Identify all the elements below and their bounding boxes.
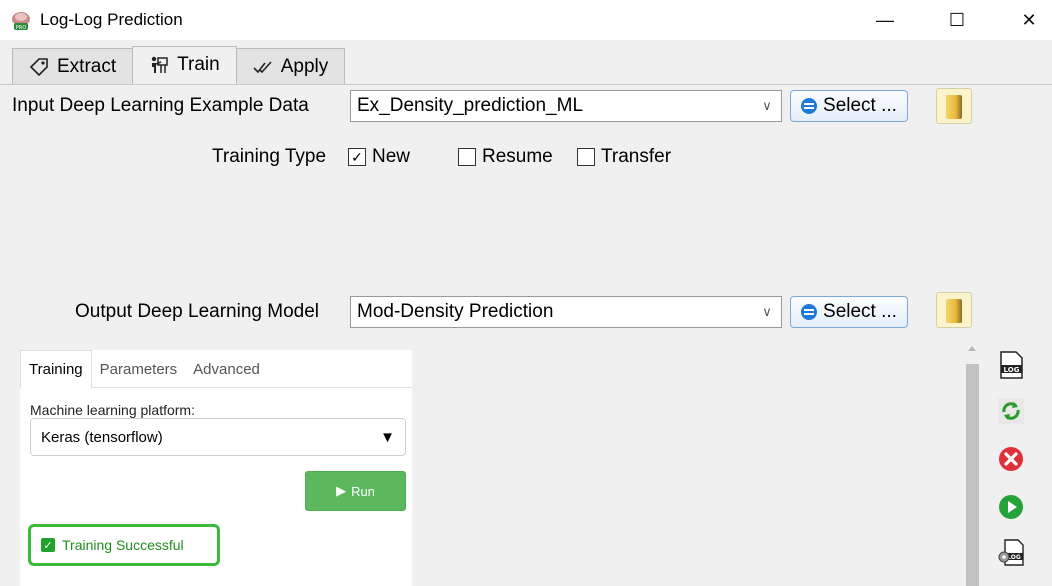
log-settings-button[interactable]: LOG [996, 538, 1026, 568]
vertical-scrollbar[interactable] [964, 344, 981, 586]
tab-extract-label: Extract [57, 55, 117, 77]
output-browse-button[interactable] [936, 292, 972, 328]
view-log-button[interactable]: LOG [996, 350, 1026, 380]
svg-text:LOG: LOG [1004, 366, 1020, 374]
input-select-button[interactable]: Select ... [790, 90, 908, 122]
double-check-icon [253, 60, 272, 73]
svg-text:PRO: PRO [16, 25, 26, 31]
tab-parameters[interactable]: Parameters [92, 350, 186, 388]
log-file-icon: LOG [1000, 351, 1023, 379]
tabs-divider [0, 84, 1052, 85]
run-label: Run [351, 483, 375, 499]
window-title: Log-Log Prediction [40, 10, 183, 29]
tab-apply-label: Apply [280, 55, 329, 77]
success-check-icon: ✓ [41, 538, 55, 552]
platform-select[interactable]: Keras (tensorflow) ▼ [30, 418, 406, 456]
app-window: PRO Log-Log Prediction — ☐ ✕ Extract Tra… [0, 0, 1052, 586]
tab-apply[interactable]: Apply [235, 48, 346, 84]
training-type-label: Training Type [212, 146, 327, 167]
stop-icon [999, 447, 1023, 471]
stop-button[interactable] [996, 444, 1026, 474]
checkbox-unchecked-icon[interactable] [577, 148, 595, 166]
input-select-label: Select ... [823, 95, 897, 116]
start-button[interactable] [996, 492, 1026, 522]
tab-advanced[interactable]: Advanced [185, 350, 268, 388]
status-badge: ✓ Training Successful [28, 524, 220, 566]
platform-label: Machine learning platform: [30, 402, 195, 418]
folder-icon [946, 95, 962, 119]
input-data-combo[interactable]: Ex_Density_prediction_ML ∨ [350, 90, 782, 122]
status-text: Training Successful [62, 537, 184, 553]
input-data-label: Input Deep Learning Example Data [12, 95, 309, 116]
chevron-down-icon: ∨ [762, 98, 772, 113]
scroll-thumb[interactable] [966, 364, 979, 586]
output-select-label: Select ... [823, 301, 897, 322]
training-type-transfer-label: Transfer [601, 146, 672, 167]
refresh-button[interactable] [996, 396, 1026, 426]
minimize-button[interactable]: — [862, 0, 908, 40]
training-type-new-label: New [372, 146, 411, 167]
maximize-icon: ☐ [948, 9, 966, 30]
output-model-value: Mod-Density Prediction [357, 301, 554, 322]
run-button[interactable]: ▶ Run [305, 471, 406, 511]
close-icon: ✕ [1021, 9, 1037, 30]
tag-icon [29, 57, 48, 76]
log-settings-icon: LOG [998, 539, 1024, 566]
main-tabs: Extract Train Apply [12, 46, 346, 84]
panel-tabs: Training Parameters Advanced [20, 350, 412, 389]
title-bar: PRO Log-Log Prediction — ☐ ✕ [0, 0, 1052, 40]
output-model-combo[interactable]: Mod-Density Prediction ∨ [350, 296, 782, 328]
checkbox-unchecked-icon[interactable] [458, 148, 476, 166]
output-model-label: Output Deep Learning Model [75, 301, 319, 322]
folder-icon [946, 299, 962, 323]
play-triangle-icon: ▶ [336, 483, 347, 498]
tab-extract[interactable]: Extract [12, 48, 134, 84]
app-logo-pro-icon: PRO [12, 12, 30, 31]
tab-train[interactable]: Train [132, 46, 237, 84]
training-type-new[interactable]: ✓ New [348, 146, 410, 168]
training-panel: Training Parameters Advanced Machine lea… [20, 350, 412, 586]
tab-training[interactable]: Training [20, 350, 92, 389]
caret-down-icon: ▼ [380, 428, 395, 446]
platform-value: Keras (tensorflow) [41, 428, 163, 446]
training-type-resume[interactable]: Resume [458, 146, 553, 168]
scroll-up-icon[interactable] [968, 346, 976, 351]
refresh-icon [998, 398, 1024, 424]
input-browse-button[interactable] [936, 88, 972, 124]
tab-train-label: Train [177, 54, 220, 75]
maximize-button[interactable]: ☐ [934, 0, 980, 40]
chevron-down-icon: ∨ [762, 304, 772, 319]
train-icon [151, 56, 168, 73]
play-icon [999, 495, 1023, 519]
close-button[interactable]: ✕ [1006, 0, 1052, 40]
training-type-transfer[interactable]: Transfer [577, 146, 671, 168]
output-select-button[interactable]: Select ... [790, 296, 908, 328]
database-icon [801, 98, 818, 114]
checkbox-checked-icon[interactable]: ✓ [348, 148, 366, 166]
database-icon [801, 304, 818, 320]
minimize-icon: — [876, 9, 894, 30]
training-type-resume-label: Resume [482, 146, 553, 167]
input-data-value: Ex_Density_prediction_ML [357, 95, 584, 116]
